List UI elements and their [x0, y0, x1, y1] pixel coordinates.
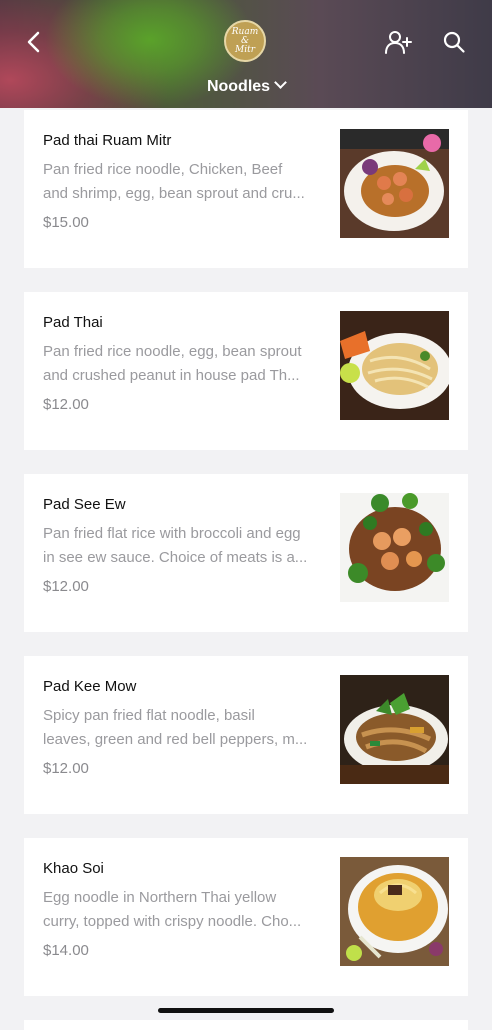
- category-label: Noodles: [206, 78, 271, 95]
- back-icon[interactable]: [22, 28, 46, 56]
- item-description: Pan fried flat rice with broccoli and eg…: [43, 525, 308, 566]
- menu-item-card[interactable]: Pad See Ew Pan fried flat rice with broc…: [24, 474, 468, 632]
- item-price: $12.00: [43, 760, 89, 777]
- menu-item-card[interactable]: Khao Soi Egg noodle in Northern Thai yel…: [24, 838, 468, 996]
- menu-item-card-partial: [24, 1020, 468, 1030]
- item-price: $14.00: [43, 942, 89, 959]
- item-description: Spicy pan fried flat noodle, basil leaves…: [43, 707, 308, 748]
- search-icon[interactable]: [442, 30, 466, 54]
- item-photo: [340, 129, 449, 238]
- item-name: Pad See Ew: [43, 496, 126, 513]
- item-photo: [340, 857, 449, 966]
- item-description: Egg noodle in Northern Thai yellow curry,…: [43, 889, 302, 930]
- menu-item-card[interactable]: Pad thai Ruam Mitr Pan fried rice noodle…: [24, 110, 468, 268]
- menu-item-card[interactable]: Pad Thai Pan fried rice noodle, egg, bea…: [24, 292, 468, 450]
- home-indicator[interactable]: [158, 1008, 334, 1013]
- header-bar: Ruam & Mitr Noodles: [0, 0, 492, 108]
- item-name: Pad Kee Mow: [43, 678, 137, 695]
- item-photo: [340, 311, 449, 420]
- chevron-down-icon: [274, 76, 287, 89]
- item-description: Pan fried rice noodle, egg, bean sprout a…: [43, 343, 302, 384]
- item-name: Pad Thai: [43, 314, 103, 331]
- add-user-icon[interactable]: [384, 28, 412, 56]
- item-name: Pad thai Ruam Mitr: [43, 132, 172, 149]
- item-price: $15.00: [43, 214, 89, 231]
- item-photo: [340, 493, 449, 602]
- item-description: Pan fried rice noodle, Chicken, Beef and …: [43, 161, 305, 202]
- menu-item-card[interactable]: Pad Kee Mow Spicy pan fried flat noodle,…: [24, 656, 468, 814]
- category-selector[interactable]: Noodles: [0, 76, 492, 96]
- item-name: Khao Soi: [43, 860, 104, 877]
- item-price: $12.00: [43, 578, 89, 595]
- item-photo: [340, 675, 449, 784]
- restaurant-logo: Ruam & Mitr: [224, 20, 266, 62]
- item-price: $12.00: [43, 396, 89, 413]
